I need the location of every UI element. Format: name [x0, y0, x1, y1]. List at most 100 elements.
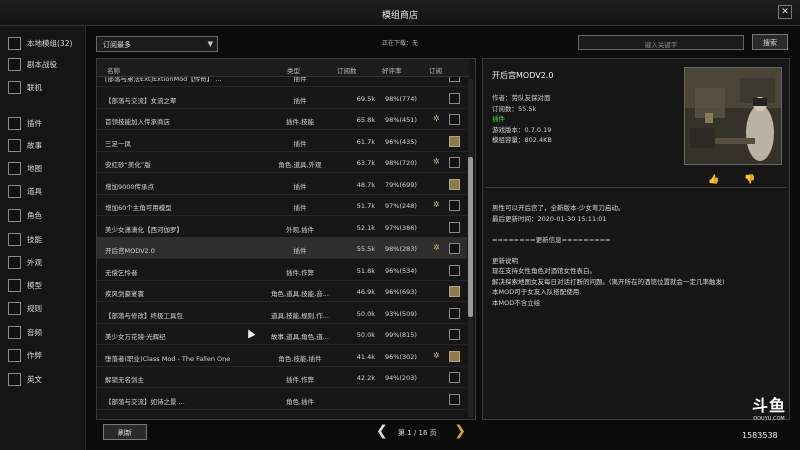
- subscribe-checkbox[interactable]: [449, 178, 460, 190]
- header-type[interactable]: 类型: [287, 65, 300, 75]
- detail-tag: 插件: [492, 115, 505, 123]
- sidebar-item-appearance[interactable]: 外观: [8, 253, 42, 271]
- subscribe-checkbox[interactable]: [449, 92, 460, 104]
- table-row[interactable]: 三足一凤 插件 61.7k 96%(435): [97, 130, 467, 152]
- sidebar-item-map[interactable]: 地图: [8, 159, 42, 177]
- subscribe-checkbox[interactable]: [449, 157, 460, 168]
- subscribe-checkbox[interactable]: [449, 243, 460, 254]
- sidebar-item-label: 剧本战役: [27, 59, 57, 69]
- table-row[interactable]: 无偿乞怜者 插件,作弊 51.8k 96%(534): [97, 259, 467, 281]
- scrollbar-thumb[interactable]: [468, 157, 473, 317]
- table-row[interactable]: [部落与弟法Ext]ExtionMod【传奇】 ... 插件: [97, 77, 467, 87]
- checkbox[interactable]: [8, 278, 21, 292]
- category-sidebar: 本地模组(32) 剧本战役 联机 插件 故事 地图 道具 角色 技能 外观 模型…: [0, 26, 86, 450]
- checkbox[interactable]: [8, 138, 21, 152]
- table-row[interactable]: 开后宫MODV2.0 插件 55.5k 98%(283) ✲: [97, 237, 467, 259]
- mod-name: 【部落与交流】女流之辈: [105, 96, 177, 105]
- search-input[interactable]: 键入关键字: [578, 35, 744, 50]
- sidebar-item-skill[interactable]: 技能: [8, 230, 42, 248]
- checkbox[interactable]: [8, 232, 21, 246]
- checkbox[interactable]: [8, 255, 21, 269]
- description-line: [492, 224, 782, 235]
- subscribe-checkbox[interactable]: [449, 329, 460, 340]
- subscribe-checkbox[interactable]: [449, 200, 460, 211]
- prev-page-icon[interactable]: ❮: [376, 423, 388, 439]
- refresh-button[interactable]: 刷新: [103, 424, 147, 440]
- subscribe-checkbox[interactable]: [449, 114, 460, 125]
- checkbox[interactable]: [8, 301, 21, 315]
- star-icon: ✲: [433, 157, 440, 166]
- table-row[interactable]: 增加60个主角可用模型 插件 51.7k 97%(248) ✲: [97, 194, 467, 216]
- sidebar-item-label: 英文: [27, 374, 42, 384]
- header-name[interactable]: 名称: [107, 65, 120, 75]
- mod-rate: 98%(774): [385, 94, 417, 103]
- mod-rate: 98%(283): [385, 245, 417, 253]
- checkbox[interactable]: [8, 80, 21, 94]
- mod-name: 开后宫MODV2.0: [105, 247, 155, 255]
- mod-subs: 51.7k: [356, 202, 375, 210]
- table-row[interactable]: 增加9000传承点 插件 48.7k 79%(699): [97, 173, 467, 195]
- subscribe-checkbox[interactable]: [449, 221, 460, 233]
- next-page-icon[interactable]: ❯: [454, 423, 466, 439]
- checkbox[interactable]: [8, 348, 21, 362]
- detail-author: 作者：劳队友保对面: [492, 94, 551, 102]
- table-row[interactable]: 【部落与交流】如诗之景 ... 角色,插件: [97, 388, 467, 410]
- header-subscribe: 订阅: [429, 67, 442, 75]
- thumbs-up-icon[interactable]: 👍: [708, 175, 719, 185]
- sidebar-item-english[interactable]: 英文: [8, 370, 42, 388]
- subscribe-checkbox[interactable]: [449, 372, 460, 383]
- checkbox[interactable]: [8, 372, 21, 386]
- table-row[interactable]: 美少女潇潇化【西河伽罗】 外观,插件 52.1k 97%(386): [97, 216, 467, 238]
- subscribe-checkbox[interactable]: [449, 350, 460, 362]
- thumbs-down-icon[interactable]: 👎: [744, 175, 755, 185]
- mod-rate: 98%(451): [385, 116, 417, 124]
- search-button[interactable]: 搜索: [752, 34, 788, 50]
- detail-title: 开后宫MODV2.0: [492, 71, 554, 80]
- table-row[interactable]: 美少女万花镜·光辉纪 故事,道具,角色,道... 50.0k 99%(815): [97, 323, 467, 345]
- sidebar-item-story[interactable]: 故事: [8, 136, 42, 154]
- sidebar-item-rules[interactable]: 规则: [8, 299, 42, 317]
- header-subs[interactable]: 订阅数: [337, 65, 357, 75]
- subscribe-checkbox[interactable]: [449, 393, 460, 405]
- sidebar-item-label: 道具: [27, 186, 42, 196]
- mod-type: 外观,插件: [285, 225, 315, 234]
- mod-rate: 97%(386): [385, 223, 417, 232]
- sidebar-item-campaign[interactable]: 剧本战役: [8, 55, 57, 73]
- description-line: 本MOD不含立绘: [492, 298, 541, 307]
- header-rate[interactable]: 好评率: [382, 65, 402, 75]
- checkbox[interactable]: [8, 184, 21, 198]
- subscribe-checkbox[interactable]: [449, 286, 460, 297]
- table-row[interactable]: 首领技能加入传承商店 插件,技能 65.8k 98%(451) ✲: [97, 108, 467, 130]
- table-row[interactable]: 【部落与修改】终极工具包 道具,技能,规则,作... 50.0k 93%(509): [97, 302, 467, 324]
- subscribe-checkbox[interactable]: [449, 307, 460, 319]
- sidebar-item-character[interactable]: 角色: [8, 206, 42, 224]
- sidebar-item-cheat[interactable]: 作弊: [8, 346, 42, 364]
- checkbox[interactable]: [8, 116, 21, 130]
- table-row[interactable]: 【部落与交流】女流之辈 插件 69.5k 98%(774): [97, 87, 467, 109]
- sidebar-item-plugin[interactable]: 插件: [8, 114, 42, 132]
- sidebar-item-audio[interactable]: 音频: [8, 323, 42, 341]
- checkbox[interactable]: [8, 161, 21, 175]
- sidebar-item-item[interactable]: 道具: [8, 182, 42, 200]
- mod-subs: 50.0k: [356, 309, 375, 318]
- checkbox[interactable]: [8, 57, 21, 71]
- table-row[interactable]: 疾风剑豪宴寰 角色,道具,技能,音... 46.9k 96%(693): [97, 280, 467, 302]
- sidebar-item-model[interactable]: 模型: [8, 276, 42, 294]
- close-icon[interactable]: ✕: [778, 5, 792, 19]
- checkbox[interactable]: [8, 208, 21, 222]
- table-row[interactable]: 堕落者(职业)Class Mod - The Fallen One 角色,技能,插…: [97, 345, 467, 367]
- subscribe-checkbox[interactable]: [449, 264, 460, 276]
- table-row[interactable]: 解锁无名剑主 插件,作弊 42.2k 94%(203): [97, 366, 467, 388]
- sidebar-item-online[interactable]: 联机: [8, 78, 42, 96]
- subscribe-checkbox[interactable]: [449, 77, 460, 82]
- mod-type: 角色,技能,插件: [278, 354, 322, 363]
- window-title: 模组商店: [381, 11, 418, 21]
- checkbox[interactable]: [8, 325, 21, 339]
- detail-game-version: 游戏版本：0.7.0.19: [492, 125, 552, 134]
- mod-rate: 96%(693): [385, 288, 417, 296]
- subscribe-checkbox[interactable]: [449, 135, 460, 147]
- mod-subs: 63.7k: [356, 159, 375, 167]
- scrollbar[interactable]: [468, 79, 473, 417]
- douyu-logo: 斗鱼: [751, 396, 786, 415]
- table-row[interactable]: 安红砂“美化”版 角色,道具,外观 63.7k 98%(720) ✲: [97, 151, 467, 173]
